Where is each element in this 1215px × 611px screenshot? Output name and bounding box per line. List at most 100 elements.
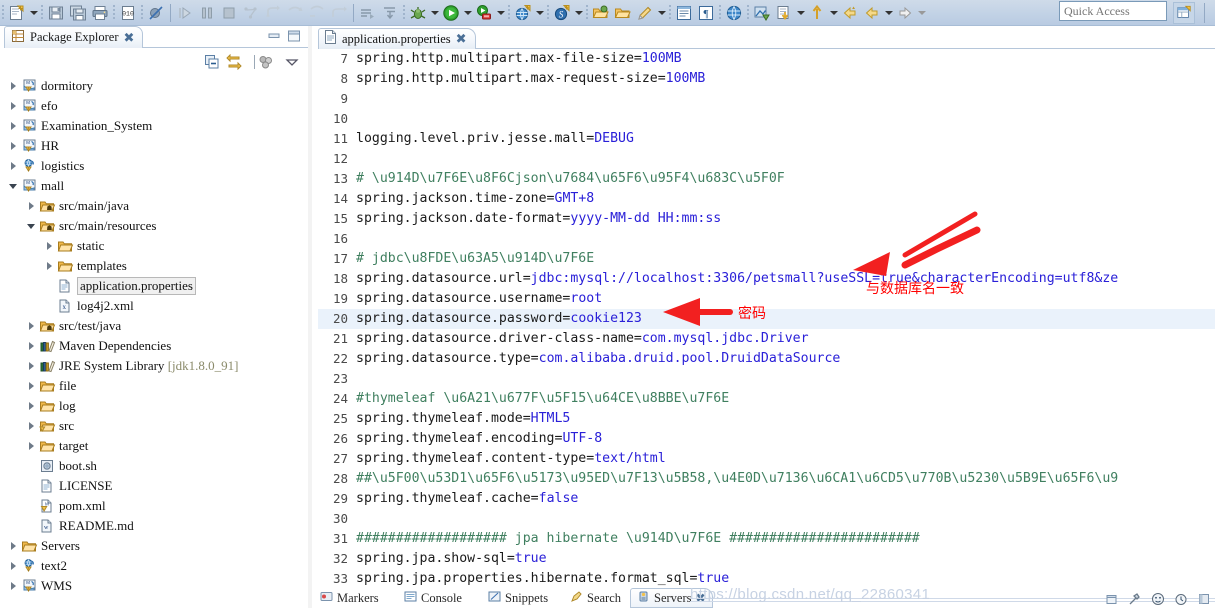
tree-twisty-closed[interactable] <box>6 156 20 176</box>
tree-twisty-closed[interactable] <box>42 236 56 256</box>
previous-annotation-icon[interactable] <box>328 2 350 24</box>
tree-item-templates[interactable]: templates <box>0 256 308 276</box>
tree-item-target[interactable]: target <box>0 436 308 456</box>
run-external-tools-icon[interactable] <box>473 2 495 24</box>
tree-item-src-main-java[interactable]: ☗ src/main/java <box>0 196 308 216</box>
link-with-editor-icon[interactable] <box>224 52 244 72</box>
tree-item-wms[interactable]: M! WMS <box>0 576 308 596</box>
next-annotation-icon[interactable] <box>306 2 328 24</box>
forward2-icon[interactable] <box>894 2 916 24</box>
step-into-icon[interactable] <box>240 2 262 24</box>
pilcrow-icon[interactable]: ¶ <box>695 2 717 24</box>
debug-icon[interactable] <box>407 2 429 24</box>
restore-icon[interactable] <box>1105 592 1119 611</box>
skip-breakpoints-icon[interactable] <box>145 2 167 24</box>
code-line-11[interactable]: 11 logging.level.priv.jesse.mall=DEBUG <box>318 129 1215 149</box>
web-dropdown-arrow[interactable] <box>534 2 545 24</box>
fwd2-dropdown-arrow[interactable] <box>916 2 927 24</box>
previous-edit-icon[interactable] <box>773 2 795 24</box>
tree-item-readme-md[interactable]: w README.md <box>0 516 308 536</box>
tab-package-explorer[interactable]: Package Explorer ✖ <box>4 26 144 48</box>
code-line-28[interactable]: 28 ##\u5F00\u53D1\u65F6\u5173\u95ED\u7F13… <box>318 469 1215 489</box>
tree-twisty-closed[interactable] <box>6 536 20 556</box>
code-line-12[interactable]: 12 <box>318 149 1215 169</box>
code-line-20[interactable]: 20 spring.datasource.password=cookie123 <box>318 309 1215 329</box>
tree-twisty-closed[interactable] <box>24 196 38 216</box>
code-line-17[interactable]: 17 # jdbc\u8FDE\u63A5\u914D\u7F6E <box>318 249 1215 269</box>
tree-item-servers[interactable]: Servers <box>0 536 308 556</box>
code-line-32[interactable]: 32 spring.jpa.show-sql=true <box>318 549 1215 569</box>
tab-console[interactable]: Console <box>404 588 462 608</box>
view-menu-icon[interactable] <box>282 52 302 72</box>
tree-item-application-properties[interactable]: application.properties <box>0 276 308 296</box>
run-dropdown-arrow[interactable] <box>462 2 473 24</box>
tree-twisty-closed[interactable] <box>6 136 20 156</box>
code-line-18[interactable]: 18 spring.datasource.url=jdbc:mysql://loc… <box>318 269 1215 289</box>
open-task-icon[interactable] <box>751 2 773 24</box>
tree-item-file[interactable]: file <box>0 376 308 396</box>
code-line-30[interactable]: 30 <box>318 509 1215 529</box>
tree-twisty-closed[interactable] <box>6 116 20 136</box>
tree-item-efo[interactable]: M! efo <box>0 96 308 116</box>
open-resource-icon[interactable] <box>612 2 634 24</box>
view-menu-filters-icon[interactable] <box>256 52 276 72</box>
code-line-19[interactable]: 19 spring.datasource.username=root <box>318 289 1215 309</box>
tree-item-src-main-resources[interactable]: ☗ src/main/resources <box>0 216 308 236</box>
code-line-9[interactable]: 9 <box>318 89 1215 109</box>
tree-twisty-closed[interactable] <box>24 336 38 356</box>
tab-snippets[interactable]: Snippets <box>488 588 548 608</box>
open-type-icon[interactable] <box>590 2 612 24</box>
tree-item-static[interactable]: static <box>0 236 308 256</box>
code-line-14[interactable]: 14 spring.jackson.time-zone=GMT+8 <box>318 189 1215 209</box>
tree-item-log[interactable]: log <box>0 396 308 416</box>
pencil-icon[interactable] <box>634 2 656 24</box>
toolbar-drag-handle[interactable] <box>2 4 4 21</box>
tree-twisty-closed[interactable] <box>6 96 20 116</box>
terminate-icon[interactable] <box>218 2 240 24</box>
external-tools-dropdown-arrow[interactable] <box>495 2 506 24</box>
code-line-26[interactable]: 26 spring.thymeleaf.encoding=UTF-8 <box>318 429 1215 449</box>
debug-dropdown-arrow[interactable] <box>429 2 440 24</box>
resume-icon[interactable] <box>174 2 196 24</box>
save-icon[interactable] <box>45 2 67 24</box>
code-line-23[interactable]: 23 <box>318 369 1215 389</box>
search-dropdown-arrow[interactable] <box>573 2 584 24</box>
clock-icon[interactable] <box>1174 592 1188 611</box>
close-icon[interactable]: ✖ <box>456 32 467 45</box>
tree-twisty-closed[interactable] <box>24 316 38 336</box>
collapse-all-icon[interactable] <box>202 52 222 72</box>
code-line-31[interactable]: 31 ################### jpa hibernate \u91… <box>318 529 1215 549</box>
tree-item-examination-system[interactable]: M! Examination_System <box>0 116 308 136</box>
save-all-icon[interactable] <box>67 2 89 24</box>
quick-access-input[interactable] <box>1059 1 1167 21</box>
print-icon[interactable] <box>89 2 111 24</box>
tree-twisty-closed[interactable] <box>24 416 38 436</box>
step-over-icon[interactable] <box>262 2 284 24</box>
code-editor[interactable]: 7 spring.http.multipart.max-file-size=100… <box>318 49 1215 592</box>
tree-twisty-closed[interactable] <box>24 436 38 456</box>
open-perspective-button[interactable] <box>1173 2 1195 24</box>
tree-twisty-open[interactable] <box>24 216 38 236</box>
code-line-24[interactable]: 24 #thymeleaf \u6A21\u677F\u5F15\u64CE\u8… <box>318 389 1215 409</box>
code-line-25[interactable]: 25 spring.thymeleaf.mode=HTML5 <box>318 409 1215 429</box>
tree-twisty-closed[interactable] <box>6 576 20 596</box>
panel-icon[interactable] <box>1197 592 1211 611</box>
tree-item-license[interactable]: LICENSE <box>0 476 308 496</box>
tree-item-logistics[interactable]: ! logistics <box>0 156 308 176</box>
step-return-icon[interactable] <box>284 2 306 24</box>
code-line-10[interactable]: 10 <box>318 109 1215 129</box>
tree-twisty-closed[interactable] <box>6 76 20 96</box>
maximize-view-button[interactable] <box>286 29 302 43</box>
smiley-icon[interactable] <box>1151 592 1165 611</box>
tree-twisty-closed[interactable] <box>42 256 56 276</box>
code-line-16[interactable]: 16 <box>318 229 1215 249</box>
tree-item-mall[interactable]: M! mall <box>0 176 308 196</box>
tree-item-maven-dependencies[interactable]: Maven Dependencies <box>0 336 308 356</box>
code-line-15[interactable]: 15 spring.jackson.date-format=yyyy-MM-dd … <box>318 209 1215 229</box>
search-icon[interactable]: S <box>551 2 573 24</box>
nextedit-dropdown-arrow[interactable] <box>828 2 839 24</box>
next-edit-icon[interactable] <box>806 2 828 24</box>
tree-item-log4j2-xml[interactable]: x log4j2.xml <box>0 296 308 316</box>
code-line-29[interactable]: 29 spring.thymeleaf.cache=false <box>318 489 1215 509</box>
tree-twisty-open[interactable] <box>6 176 20 196</box>
